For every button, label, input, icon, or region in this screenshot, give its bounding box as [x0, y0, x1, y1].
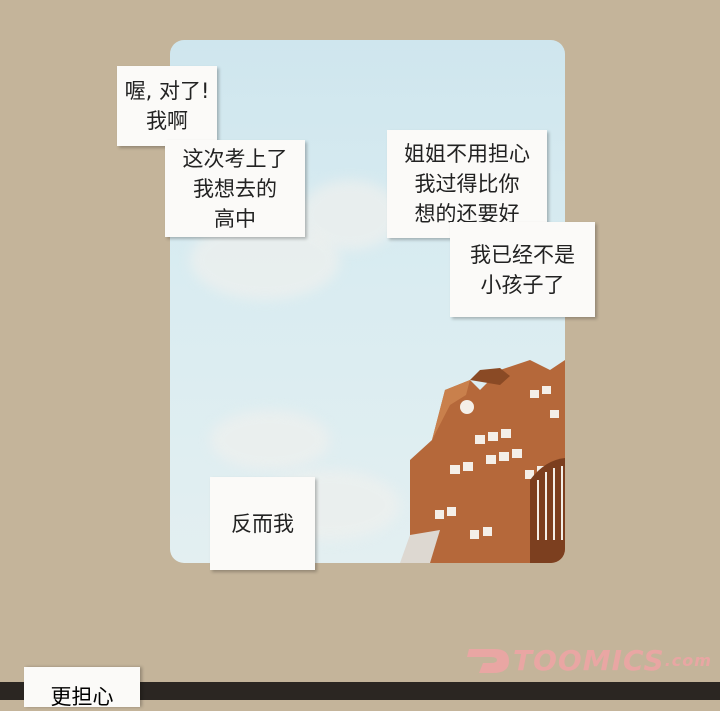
speech-bubble: 这次考上了 我想去的 高中 — [165, 140, 305, 237]
bubble-line: 反而我 — [231, 511, 294, 536]
bubble-line: 更担心 — [50, 685, 114, 709]
bubble-line: 姐姐不用担心 — [404, 142, 530, 166]
bubble-line: 高中 — [214, 206, 256, 231]
toomics-logo-icon — [467, 649, 509, 673]
bubble-line: 我想去的 — [193, 176, 277, 201]
bubble-line: 小孩子了 — [480, 272, 565, 297]
bubble-line: 喔, 对了! — [124, 79, 210, 103]
bubble-line: 这次考上了 — [182, 146, 288, 171]
logo-text: TOOMICS — [513, 643, 665, 677]
logo-suffix: .com — [664, 650, 712, 670]
speech-bubble: 我已经不是 小孩子了 — [450, 222, 595, 317]
bubble-line: 我已经不是 — [470, 242, 575, 267]
speech-bubble: 喔, 对了! 我啊 — [117, 66, 217, 146]
bubble-line: 我过得比你 — [414, 172, 520, 196]
speech-bubble: 反而我 — [210, 477, 315, 570]
toomics-watermark: TOOMICS .com — [465, 640, 712, 680]
speech-bubble: 更担心 — [24, 667, 140, 709]
bubble-line: 我啊 — [146, 109, 188, 133]
